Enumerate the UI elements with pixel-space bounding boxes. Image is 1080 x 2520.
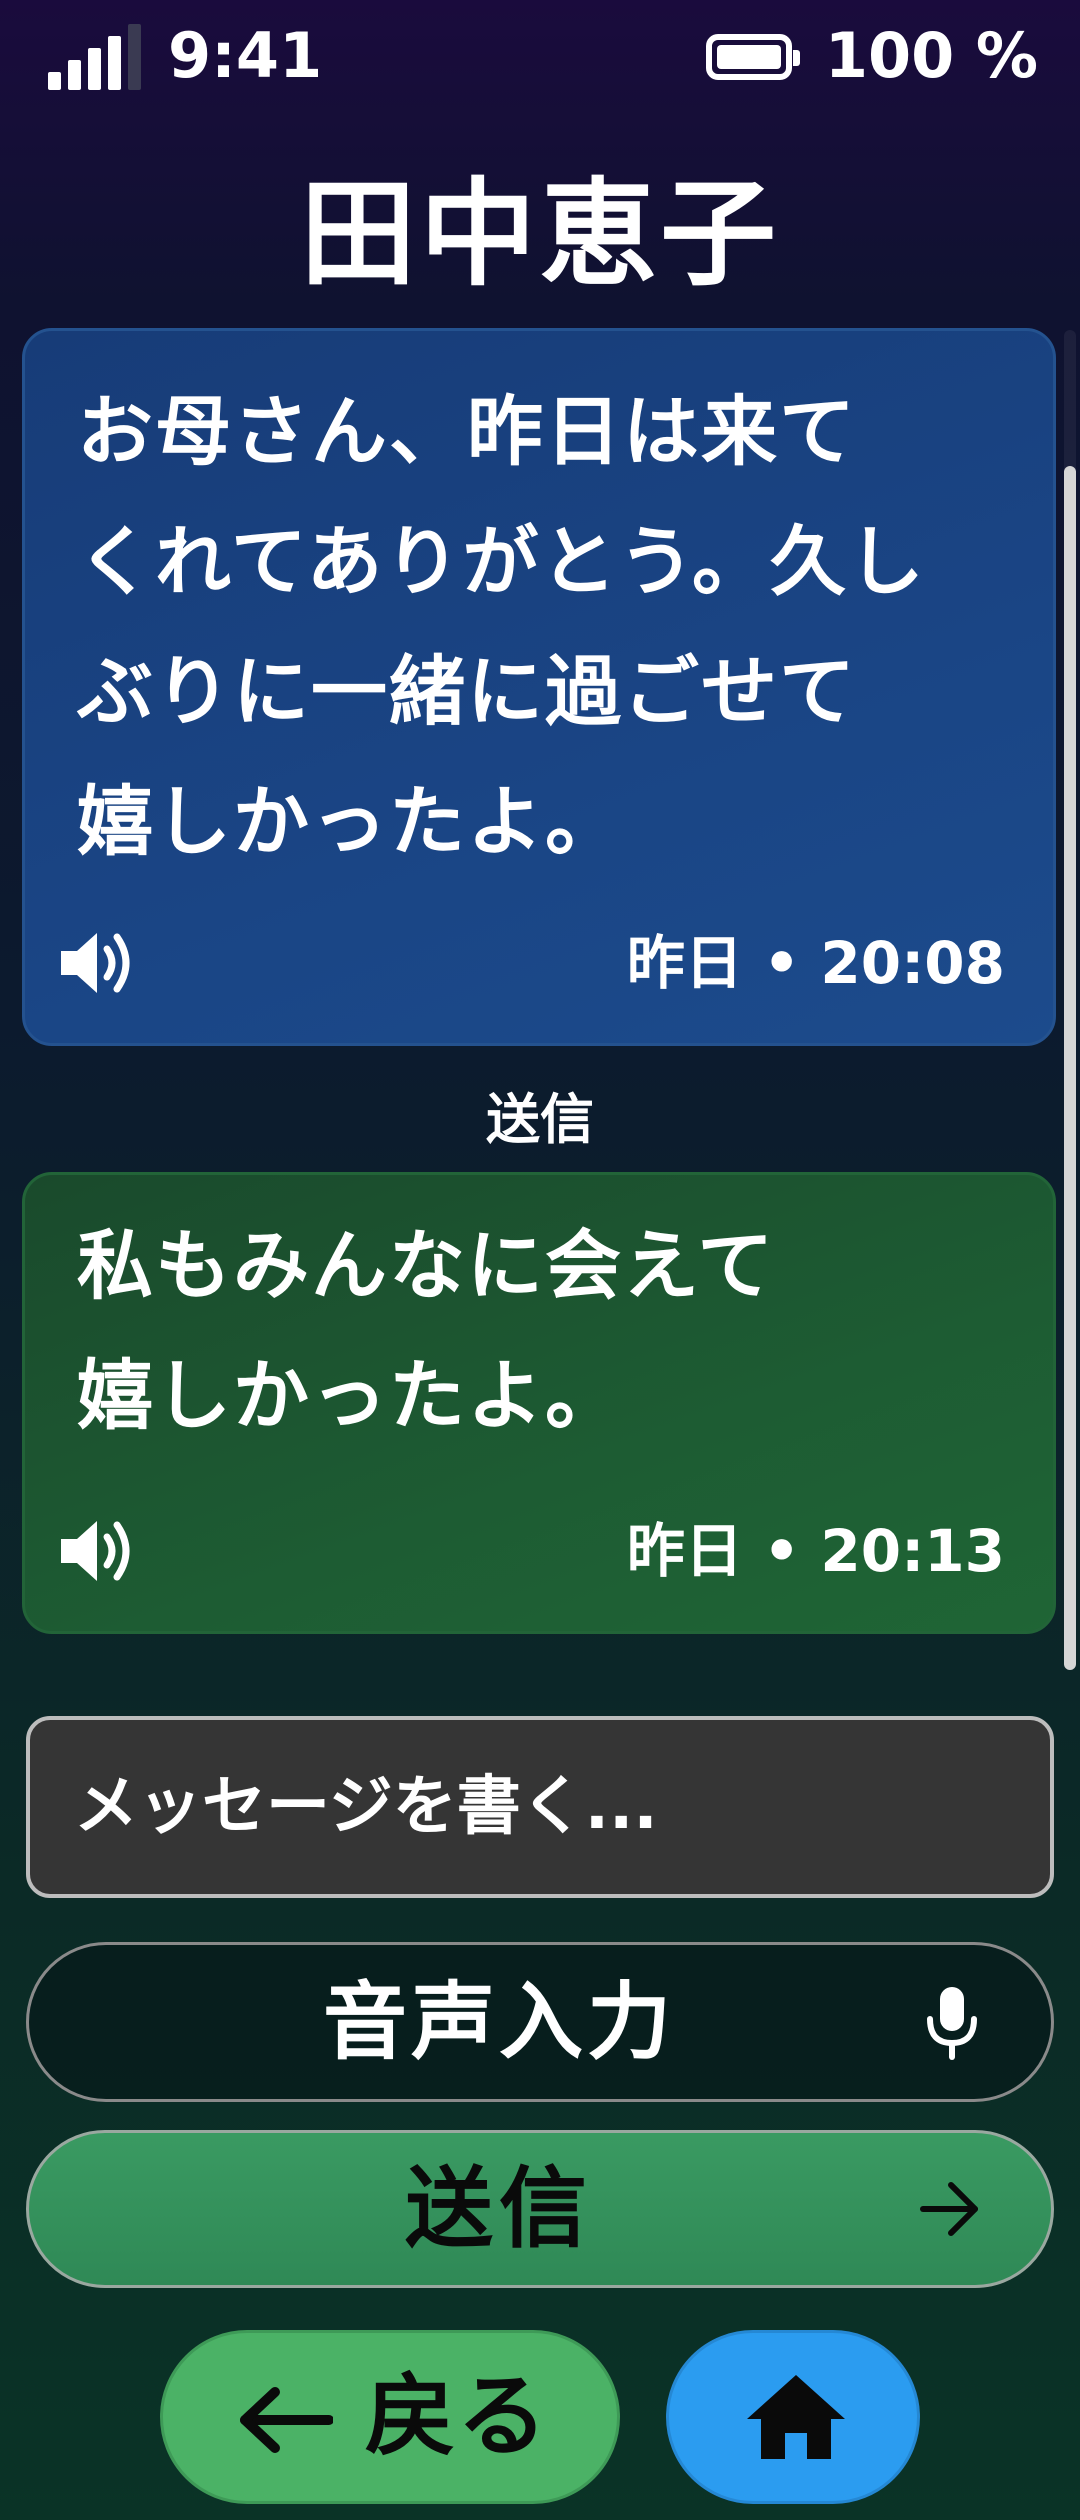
received-message-bubble: お母さん、昨日は来てくれてありがとう。久しぶりに一緒に過ごせて嬉しかったよ。 昨… [22, 328, 1056, 1046]
status-time: 9:41 [168, 19, 323, 92]
arrow-right-icon [920, 2182, 978, 2236]
message-input[interactable] [26, 1716, 1054, 1898]
send-button[interactable]: 送信 [26, 2130, 1054, 2288]
sent-message-bubble: 私もみんなに会えて嬉しかったよ。 昨日 • 20:13 [22, 1172, 1056, 1634]
sent-message-timestamp: 昨日 • 20:13 [626, 1517, 1005, 1585]
voice-input-label: 音声入力 [322, 1973, 675, 2071]
back-button[interactable]: 戻る [160, 2330, 620, 2504]
voice-input-button[interactable]: 音声入力 [26, 1942, 1054, 2102]
battery-percent: 100 % [824, 19, 1038, 92]
home-icon [747, 2375, 845, 2459]
signal-strength-icon [48, 20, 148, 90]
battery-icon [706, 34, 800, 80]
scrollbar-thumb[interactable] [1064, 466, 1076, 1670]
sent-message-text: 私もみんなに会えて嬉しかったよ。 [77, 1221, 776, 1440]
speaker-icon[interactable] [57, 1513, 141, 1589]
home-button[interactable] [666, 2330, 920, 2504]
conversation-scrollbar[interactable] [1064, 330, 1076, 1670]
sent-section-label: 送信 [486, 1088, 594, 1151]
received-message-timestamp: 昨日 • 20:08 [626, 929, 1005, 997]
send-button-label: 送信 [404, 2157, 593, 2260]
received-message-text: お母さん、昨日は来てくれてありがとう。久しぶりに一緒に過ごせて嬉しかったよ。 [77, 387, 926, 866]
speaker-icon[interactable] [57, 925, 141, 1001]
back-button-label: 戻る [365, 2364, 549, 2469]
microphone-icon [927, 1987, 977, 2060]
contact-name-title: 田中恵子 [300, 167, 780, 302]
status-bar: 9:41 100 % [0, 0, 1080, 120]
arrow-left-icon [240, 2387, 333, 2453]
